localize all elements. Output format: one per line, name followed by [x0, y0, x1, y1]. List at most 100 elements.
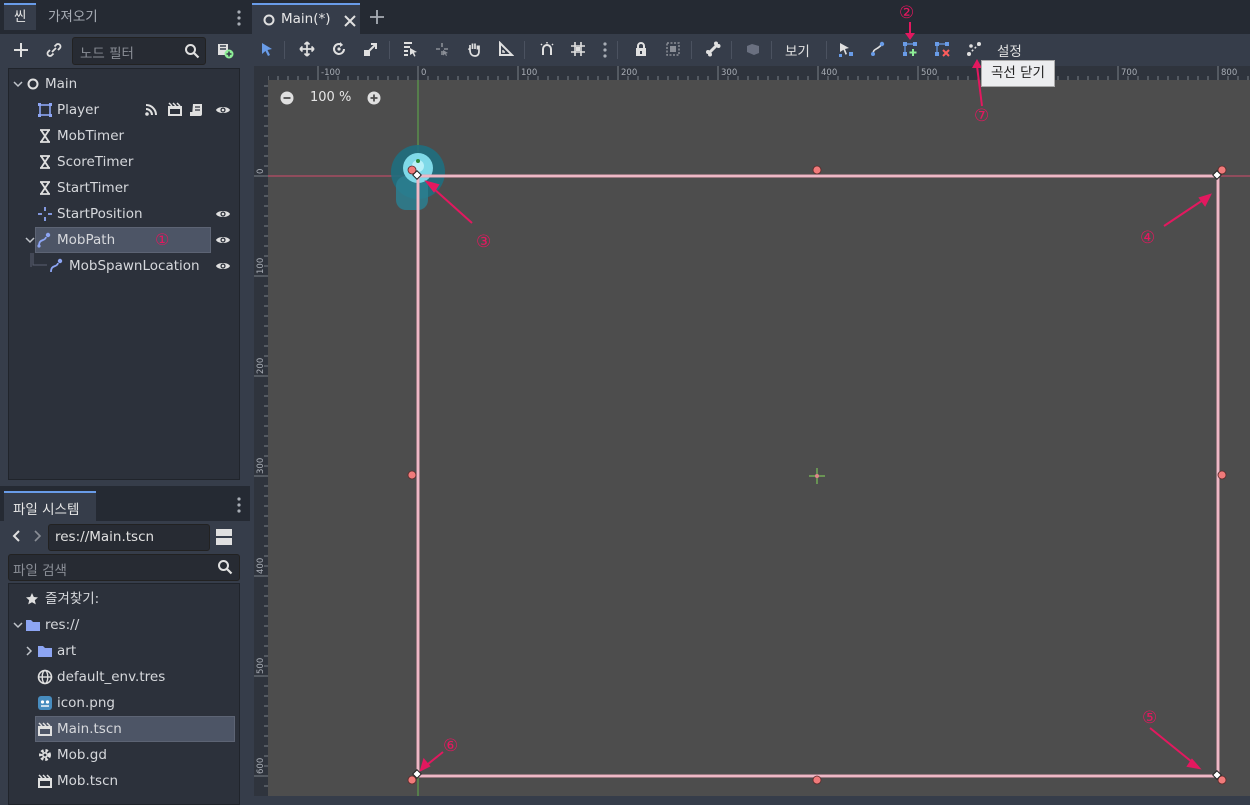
annotation-3: ③ — [476, 232, 492, 252]
toolbar-separator — [284, 41, 285, 59]
ruler-label: 100 — [521, 68, 537, 78]
toolbar-separator — [524, 41, 525, 59]
tree-item-mobpath[interactable]: MobPath ① — [11, 227, 237, 253]
path-text: res://Main.tscn — [55, 529, 155, 545]
chevron-down-icon[interactable] — [13, 621, 23, 629]
toolbar-overflow-icon[interactable] — [602, 42, 608, 58]
search-icon — [217, 559, 233, 575]
tab-scene[interactable]: 씬 — [4, 3, 37, 30]
select-control-points-icon[interactable] — [864, 34, 892, 64]
script-signal-icon[interactable] — [143, 102, 159, 118]
node-filter-placeholder: 노드 필터 — [80, 46, 134, 62]
tree-item-label: StartPosition — [57, 206, 143, 222]
chevron-down-icon[interactable] — [13, 80, 23, 88]
dock-menu-icon[interactable] — [236, 497, 242, 513]
zoom-in-icon[interactable] — [367, 91, 381, 105]
node-filter-input[interactable]: 노드 필터 — [72, 37, 206, 65]
camera-override-icon[interactable] — [739, 34, 767, 64]
annotation-4: ④ — [1140, 228, 1156, 248]
tree-item-label: MobTimer — [57, 128, 125, 144]
close-curve-tooltip: 곡선 닫기 — [981, 60, 1055, 87]
tree-item-label: StartTimer — [57, 180, 129, 196]
toolbar-separator — [617, 41, 618, 59]
scale-mode-icon[interactable] — [357, 34, 385, 64]
scene-tree: Main Player MobTimer ScoreTimer StartTim… — [8, 68, 240, 480]
zoom-out-icon[interactable] — [280, 91, 294, 105]
path2d-icon — [37, 232, 51, 248]
lock-icon[interactable] — [627, 34, 655, 64]
tree-item-label: Player — [57, 102, 100, 118]
visibility-eye-icon[interactable] — [215, 102, 231, 118]
canvas-viewport[interactable]: 100 % ③ ④ ⑤ ⑥ ⑦ — [268, 80, 1250, 796]
ruler-label: 300 — [721, 68, 737, 78]
tree-item-startposition[interactable]: StartPosition — [11, 201, 237, 227]
split-view-icon[interactable] — [215, 528, 233, 546]
chevron-right-icon[interactable] — [25, 646, 33, 656]
list-select-icon[interactable] — [396, 34, 424, 64]
zoom-level[interactable]: 100 % — [310, 90, 351, 105]
folder-icon — [38, 646, 52, 657]
tree-line — [30, 253, 32, 267]
search-icon — [184, 43, 200, 59]
pivot-mode-icon[interactable] — [428, 34, 456, 64]
new-scene-tab-icon[interactable] — [369, 9, 385, 25]
link-icon[interactable] — [45, 42, 63, 58]
visibility-eye-icon[interactable] — [215, 206, 231, 222]
file-item-main-tscn[interactable]: Main.tscn — [11, 716, 235, 742]
annotation-5: ⑤ — [1142, 708, 1158, 728]
path-field[interactable]: res://Main.tscn — [48, 524, 210, 551]
instance-scene-icon[interactable] — [216, 41, 234, 59]
gear-icon — [39, 749, 51, 761]
timer-icon — [40, 155, 50, 169]
tab-filesystem-label: 파일 시스템 — [13, 502, 80, 518]
move-mode-icon[interactable] — [293, 34, 321, 64]
back-arrow-icon[interactable] — [12, 530, 22, 542]
group-icon[interactable] — [659, 34, 687, 64]
tab-filesystem[interactable]: 파일 시스템 — [4, 491, 96, 521]
chevron-down-icon[interactable] — [25, 236, 35, 244]
tree-item-label: ScoreTimer — [57, 154, 134, 170]
dock-menu-icon[interactable] — [236, 10, 242, 26]
toolbar-separator — [771, 41, 772, 59]
snap-toggle-icon[interactable] — [533, 34, 561, 64]
node2d-icon — [27, 78, 39, 90]
timer-icon — [40, 129, 50, 143]
file-search-input[interactable]: 파일 검색 — [8, 554, 240, 581]
ruler-label: 400 — [256, 558, 266, 574]
horizontal-ruler: -1000100200300400500600700800 — [254, 66, 1250, 80]
tree-item-label: MobPath — [57, 232, 116, 248]
annotation-1: ① — [155, 230, 170, 249]
open-scene-icon[interactable] — [167, 102, 183, 118]
globe-icon — [37, 669, 53, 685]
visibility-eye-icon[interactable] — [215, 232, 231, 248]
vertical-ruler: 0 100 200 300 400 500 600 — [254, 80, 268, 796]
visibility-eye-icon[interactable] — [215, 258, 231, 274]
scene-dock-tabbar: 씬 가져오기 — [0, 0, 250, 34]
close-icon[interactable] — [344, 15, 356, 27]
ruler-corner — [254, 66, 268, 80]
select-mode-icon[interactable] — [253, 34, 281, 64]
view-menu[interactable]: 보기 — [785, 40, 810, 60]
ruler-label: 600 — [256, 758, 266, 774]
tree-item-mobspawnlocation[interactable]: MobSpawnLocation — [11, 253, 237, 279]
pan-mode-icon[interactable] — [460, 34, 488, 64]
rotate-mode-icon[interactable] — [325, 34, 353, 64]
forward-arrow-icon[interactable] — [32, 530, 42, 542]
select-points-icon[interactable] — [832, 34, 860, 64]
pathfollow-icon — [50, 258, 63, 273]
ruler-label: 300 — [256, 458, 266, 474]
annotation-6: ⑥ — [443, 736, 459, 756]
ruler-mode-icon[interactable] — [492, 34, 520, 64]
add-node-icon[interactable] — [12, 41, 30, 59]
ruler-label: 200 — [256, 358, 266, 374]
tree-item-label: Main — [45, 76, 78, 92]
settings-menu[interactable]: 설정 — [997, 40, 1022, 60]
script-icon[interactable] — [189, 102, 205, 118]
tree-item-label: MobSpawnLocation — [69, 258, 200, 274]
delete-point-icon[interactable] — [928, 34, 956, 64]
tab-import[interactable]: 가져오기 — [38, 5, 108, 30]
grid-snap-icon[interactable] — [564, 34, 592, 64]
bone-icon[interactable] — [699, 34, 727, 64]
tree-item-player[interactable]: Player — [11, 97, 237, 123]
tab-main-scene[interactable]: Main(*) — [252, 3, 360, 36]
